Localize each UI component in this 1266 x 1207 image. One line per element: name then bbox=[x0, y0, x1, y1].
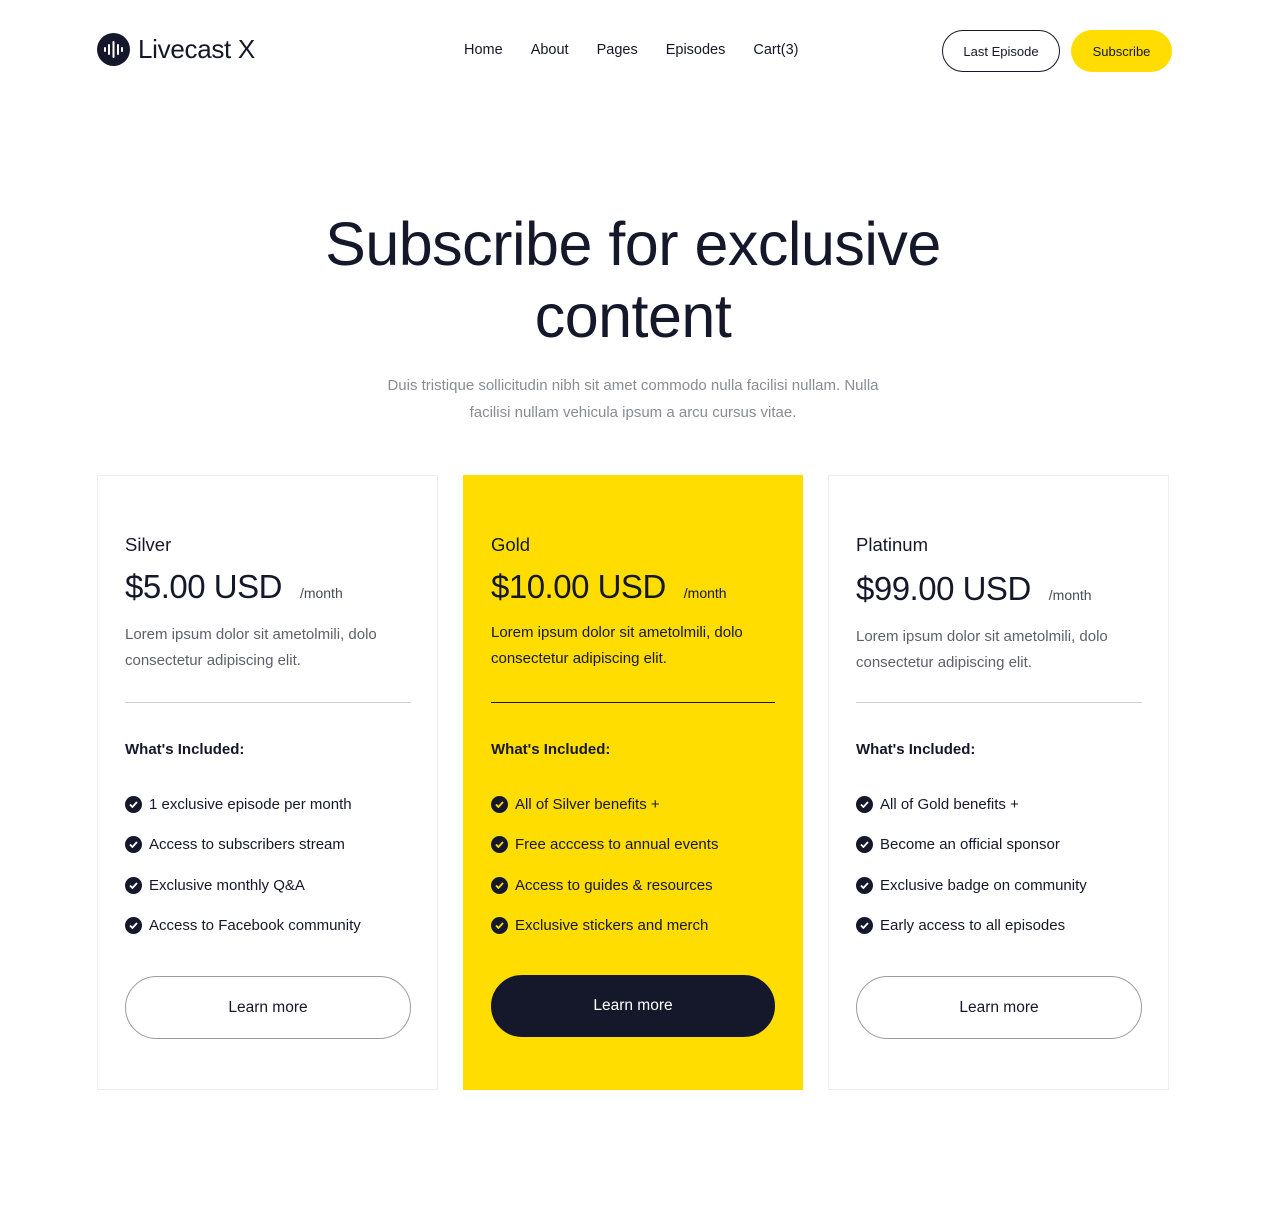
check-circle-icon bbox=[125, 836, 142, 854]
included-heading: What's Included: bbox=[491, 741, 611, 758]
plan-description: Lorem ipsum dolor sit ametolmili, dolo c… bbox=[125, 626, 377, 669]
check-circle-icon bbox=[491, 876, 508, 894]
feature-text: Access to subscribers stream bbox=[149, 836, 345, 854]
plan-price: $10.00 USD bbox=[491, 568, 666, 605]
check-circle-icon bbox=[491, 917, 508, 935]
plan-description: Lorem ipsum dolor sit ametolmili, dolo c… bbox=[491, 624, 743, 667]
feature-text: Early access to all episodes bbox=[880, 917, 1066, 935]
plan-tier: Silver bbox=[125, 534, 172, 555]
feature-item: Exclusive monthly Q&A bbox=[125, 865, 361, 906]
feature-text: All of Gold benefits + bbox=[880, 795, 1019, 813]
feature-text: Access to Facebook community bbox=[149, 917, 361, 935]
feature-item: Exclusive badge on community bbox=[856, 865, 1087, 906]
check-circle-icon bbox=[125, 876, 142, 894]
divider bbox=[491, 702, 775, 703]
feature-item: 1 exclusive episode per month bbox=[125, 784, 361, 825]
nav-pages[interactable]: Pages bbox=[597, 42, 638, 58]
check-circle-icon bbox=[856, 917, 873, 935]
page-title: Subscribe for exclusive content bbox=[325, 210, 941, 350]
check-circle-icon bbox=[491, 795, 508, 813]
check-circle-icon bbox=[125, 795, 142, 813]
feature-item: Access to subscribers stream bbox=[125, 825, 361, 866]
plan-period: /month bbox=[683, 585, 727, 601]
feature-text: Exclusive stickers and merch bbox=[515, 917, 709, 935]
last-episode-button[interactable]: Last Episode bbox=[942, 30, 1060, 72]
brand-name: Livecast X bbox=[138, 34, 255, 64]
learn-more-button[interactable]: Learn more bbox=[491, 975, 775, 1037]
feature-text: 1 exclusive episode per month bbox=[149, 795, 352, 813]
feature-item: All of Silver benefits + bbox=[491, 784, 718, 825]
feature-item: Access to Facebook community bbox=[125, 906, 361, 947]
subscribe-button[interactable]: Subscribe bbox=[1071, 30, 1172, 72]
nav-about[interactable]: About bbox=[531, 42, 569, 58]
plan-card-platinum: Platinum $99.00 USD /month Lorem ipsum d… bbox=[828, 475, 1169, 1090]
feature-list: All of Silver benefits + Free acccess to… bbox=[491, 784, 718, 946]
check-circle-icon bbox=[856, 836, 873, 854]
included-heading: What's Included: bbox=[125, 741, 245, 758]
feature-item: Early access to all episodes bbox=[856, 906, 1087, 947]
nav-home[interactable]: Home bbox=[464, 42, 503, 58]
plan-card-silver: Silver $5.00 USD /month Lorem ipsum dolo… bbox=[97, 475, 438, 1090]
feature-item: Access to guides & resources bbox=[491, 865, 718, 906]
plan-tier: Platinum bbox=[856, 534, 928, 555]
divider bbox=[856, 702, 1142, 703]
plan-price: $99.00 USD bbox=[856, 570, 1031, 607]
plan-price: $5.00 USD bbox=[125, 568, 282, 605]
feature-item: Free acccess to annual events bbox=[491, 825, 718, 866]
check-circle-icon bbox=[125, 917, 142, 935]
plan-description: Lorem ipsum dolor sit ametolmili, dolo c… bbox=[856, 628, 1108, 671]
price-row: $99.00 USD /month bbox=[856, 570, 1092, 608]
divider bbox=[125, 702, 411, 703]
feature-text: All of Silver benefits + bbox=[515, 795, 660, 813]
nav-episodes[interactable]: Episodes bbox=[666, 42, 726, 58]
check-circle-icon bbox=[491, 836, 508, 854]
check-circle-icon bbox=[856, 876, 873, 894]
nav-cart[interactable]: Cart(3) bbox=[753, 42, 798, 58]
feature-list: All of Gold benefits + Become an officia… bbox=[856, 784, 1087, 946]
main-nav: Home About Pages Episodes Cart(3) bbox=[464, 42, 799, 58]
feature-item: Become an official sponsor bbox=[856, 825, 1087, 866]
feature-item: All of Gold benefits + bbox=[856, 784, 1087, 825]
feature-text: Free acccess to annual events bbox=[515, 836, 719, 854]
feature-list: 1 exclusive episode per month Access to … bbox=[125, 784, 361, 946]
plan-period: /month bbox=[1048, 587, 1092, 603]
included-heading: What's Included: bbox=[856, 741, 976, 758]
learn-more-button[interactable]: Learn more bbox=[856, 976, 1142, 1039]
page-subtitle: Duis tristique sollicitudin nibh sit ame… bbox=[387, 377, 879, 421]
price-row: $10.00 USD /month bbox=[491, 568, 727, 606]
soundwave-icon bbox=[97, 33, 130, 66]
price-row: $5.00 USD /month bbox=[125, 568, 343, 606]
plan-period: /month bbox=[299, 585, 343, 601]
feature-text: Become an official sponsor bbox=[880, 836, 1060, 854]
learn-more-button[interactable]: Learn more bbox=[125, 976, 411, 1039]
feature-item: Exclusive stickers and merch bbox=[491, 906, 718, 947]
feature-text: Access to guides & resources bbox=[515, 876, 713, 894]
logo[interactable]: Livecast X bbox=[97, 33, 255, 66]
plan-card-gold: Gold $10.00 USD /month Lorem ipsum dolor… bbox=[463, 475, 803, 1090]
plan-tier: Gold bbox=[491, 534, 531, 555]
feature-text: Exclusive badge on community bbox=[880, 876, 1087, 894]
check-circle-icon bbox=[856, 795, 873, 813]
feature-text: Exclusive monthly Q&A bbox=[149, 876, 305, 894]
